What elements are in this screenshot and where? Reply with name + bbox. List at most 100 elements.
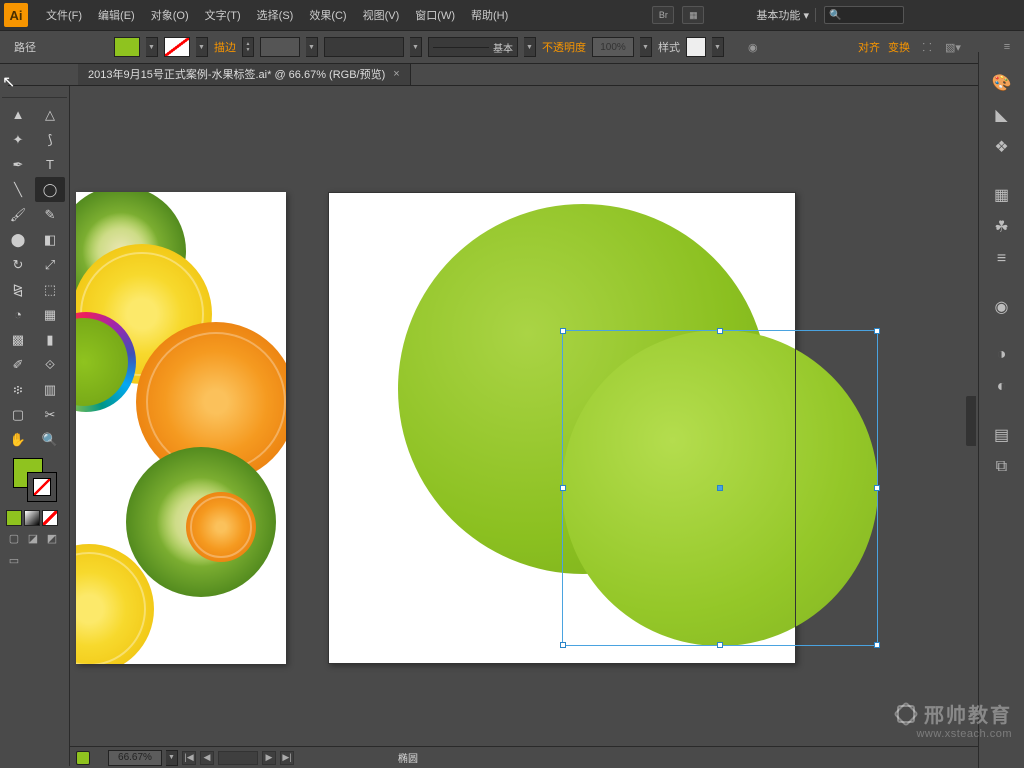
symbols-icon[interactable]: ≡: [989, 246, 1015, 272]
zoom-tool[interactable]: 🔍: [35, 427, 65, 452]
first-artboard-button[interactable]: |◀: [182, 751, 196, 765]
resize-handle-w[interactable]: [560, 485, 566, 491]
resize-handle-nw[interactable]: [560, 328, 566, 334]
pencil-tool[interactable]: ✎: [35, 202, 65, 227]
zoom-dropdown[interactable]: ▼: [166, 750, 178, 766]
menu-effect[interactable]: 效果(C): [301, 7, 354, 23]
workspace-switcher[interactable]: 基本功能 ▾: [750, 8, 816, 22]
brush-dropdown[interactable]: ▼: [524, 37, 536, 57]
shape-builder-tool[interactable]: ◔: [3, 302, 33, 327]
arrange-docs-button[interactable]: ▦: [682, 6, 704, 24]
magic-wand-tool[interactable]: ✦: [3, 127, 33, 152]
brushes-icon[interactable]: ☘: [989, 214, 1015, 240]
resize-handle-e[interactable]: [874, 485, 880, 491]
menu-file[interactable]: 文件(F): [38, 7, 90, 23]
none-mode-button[interactable]: [42, 510, 58, 526]
menu-select[interactable]: 选择(S): [249, 7, 302, 23]
swatches-icon[interactable]: ▦: [989, 182, 1015, 208]
column-graph-tool[interactable]: ▥: [35, 377, 65, 402]
direct-selection-tool[interactable]: △: [35, 102, 65, 127]
brush-definition[interactable]: 基本: [428, 37, 518, 57]
menu-view[interactable]: 视图(V): [355, 7, 408, 23]
paintbrush-tool[interactable]: 🖌: [3, 202, 33, 227]
type-tool[interactable]: T: [35, 152, 65, 177]
align-label[interactable]: 对齐: [858, 39, 880, 55]
recolor-artwork-button[interactable]: ◉: [748, 41, 758, 54]
stroke-weight-stepper[interactable]: ▲▼: [242, 37, 254, 57]
center-point[interactable]: [717, 485, 723, 491]
document-tab[interactable]: 2013年9月15号正式案例-水果标签.ai* @ 66.67% (RGB/预览…: [78, 62, 411, 85]
menu-type[interactable]: 文字(T): [197, 7, 249, 23]
bridge-button[interactable]: Br: [652, 6, 674, 24]
stroke-profile[interactable]: [324, 37, 404, 57]
gradient-panel-icon[interactable]: ◑: [989, 342, 1015, 368]
search-input[interactable]: 🔍: [824, 6, 904, 24]
draw-behind-button[interactable]: ◪: [25, 530, 41, 546]
scale-tool[interactable]: ⤢: [35, 252, 65, 277]
width-tool[interactable]: ⧎: [3, 277, 33, 302]
kuler-icon[interactable]: ❖: [989, 134, 1015, 160]
perspective-grid-tool[interactable]: ▦: [35, 302, 65, 327]
menu-window[interactable]: 窗口(W): [407, 7, 463, 23]
stroke-panel-icon[interactable]: ◉: [989, 294, 1015, 320]
resize-handle-n[interactable]: [717, 328, 723, 334]
resize-handle-s[interactable]: [717, 642, 723, 648]
lasso-tool[interactable]: ⟆: [35, 127, 65, 152]
hand-tool[interactable]: ✋: [3, 427, 33, 452]
graphic-style-swatch[interactable]: [686, 37, 706, 57]
fill-color-swatch[interactable]: [114, 37, 140, 57]
prev-artboard-button[interactable]: ◀: [200, 751, 214, 765]
slice-tool[interactable]: ✂: [35, 402, 65, 427]
opacity-input[interactable]: 100%: [592, 37, 634, 57]
fill-dropdown[interactable]: ▼: [146, 37, 158, 57]
draw-inside-button[interactable]: ◩: [44, 530, 60, 546]
free-transform-tool[interactable]: ⬚: [35, 277, 65, 302]
color-panel-icon[interactable]: 🎨: [989, 70, 1015, 96]
style-dropdown[interactable]: ▼: [712, 37, 724, 57]
isolate-button[interactable]: ⸬: [918, 38, 936, 56]
transform-label[interactable]: 变换: [888, 39, 910, 55]
stroke-dropdown[interactable]: ▼: [196, 37, 208, 57]
screen-mode-button[interactable]: ▭: [6, 552, 22, 568]
selection-bounding-box[interactable]: [562, 330, 878, 646]
blob-brush-tool[interactable]: ⬤: [3, 227, 33, 252]
stroke-weight-dropdown[interactable]: ▼: [306, 37, 318, 57]
color-guide-icon[interactable]: ◣: [989, 102, 1015, 128]
resize-handle-ne[interactable]: [874, 328, 880, 334]
blend-tool[interactable]: ⟐: [35, 352, 65, 377]
canvas[interactable]: ▲ ▼: [70, 86, 1024, 766]
line-tool[interactable]: ╲: [3, 177, 33, 202]
stroke-indicator[interactable]: [27, 472, 57, 502]
tab-close-button[interactable]: ×: [393, 68, 399, 80]
gradient-mode-button[interactable]: [24, 510, 40, 526]
draw-normal-button[interactable]: ▢: [6, 530, 22, 546]
eyedropper-tool[interactable]: ✐: [3, 352, 33, 377]
select-similar-button[interactable]: ▧▾: [944, 38, 962, 56]
artboard-nav-input[interactable]: [218, 751, 258, 765]
zoom-input[interactable]: 66.67%: [108, 750, 162, 766]
ellipse-tool[interactable]: ◯: [35, 177, 65, 202]
menu-edit[interactable]: 编辑(E): [90, 7, 143, 23]
artboard-tool[interactable]: ▢: [3, 402, 33, 427]
fill-stroke-indicator[interactable]: [13, 458, 57, 502]
statusbar-proxy-swatch[interactable]: [76, 751, 90, 765]
menu-help[interactable]: 帮助(H): [463, 7, 516, 23]
stroke-color-swatch[interactable]: [164, 37, 190, 57]
rotate-tool[interactable]: ↻: [3, 252, 33, 277]
pen-tool[interactable]: ✒: [3, 152, 33, 177]
layers-icon[interactable]: ▤: [989, 422, 1015, 448]
artboards-icon[interactable]: ⧉: [989, 454, 1015, 480]
mesh-tool[interactable]: ▩: [3, 327, 33, 352]
color-mode-button[interactable]: [6, 510, 22, 526]
resize-handle-sw[interactable]: [560, 642, 566, 648]
opacity-dropdown[interactable]: ▼: [640, 37, 652, 57]
transparency-icon[interactable]: ◐: [989, 374, 1015, 400]
resize-handle-se[interactable]: [874, 642, 880, 648]
stroke-weight-input[interactable]: [260, 37, 300, 57]
symbol-sprayer-tool[interactable]: ፨: [3, 377, 33, 402]
menu-object[interactable]: 对象(O): [143, 7, 197, 23]
stroke-profile-dropdown[interactable]: ▼: [410, 37, 422, 57]
dock-collapse-toggle[interactable]: [966, 60, 978, 720]
selection-tool[interactable]: ▲: [3, 102, 33, 127]
eraser-tool[interactable]: ◧: [35, 227, 65, 252]
